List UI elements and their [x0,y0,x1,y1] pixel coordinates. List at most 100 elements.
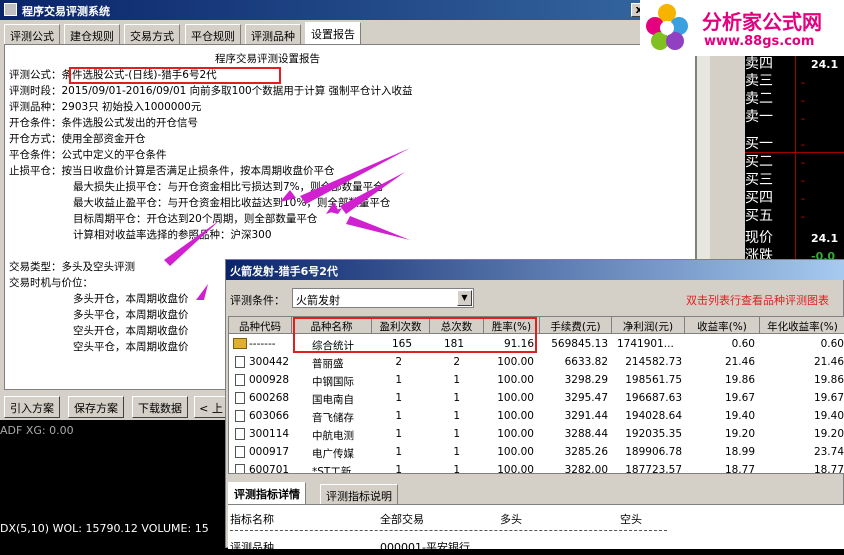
result-table[interactable]: 品种代码 品种名称 盈利次数 总次数 胜率(%) 手续费(元) 净利润(元) 收… [228,316,844,474]
cell-annual: 18.77 [813,464,844,474]
ask-1-label: 卖一 [745,109,773,125]
detail-panel: 指标名称 全部交易 多头 空头 评测品种 000001-平安银行 [228,504,844,554]
cell-annual: 19.86 [813,374,844,386]
col-header-annual[interactable]: 年化收益率(%) [760,317,844,334]
report-line: 平仓条件：公式中定义的平仓条件 [9,149,167,161]
condition-select-value: 火箭发射 [296,294,340,307]
price-label: 现价 [745,230,773,246]
cell-code: 300442 [249,356,290,368]
detail-header-all: 全部交易 [380,513,424,526]
report-line: 开仓方式：使用全部资金开仓 [9,133,146,145]
col-header-total[interactable]: 总次数 [430,317,484,334]
cell-wins: 1 [395,446,402,458]
cell-fee: 3298.29 [564,374,608,386]
chevron-down-icon[interactable]: ▼ [457,290,472,306]
cell-fee: 3285.26 [564,446,608,458]
cell-total: 181 [443,338,464,350]
report-line: 空头平仓，本周期收盘价 [73,341,189,353]
col-header-name[interactable]: 品种名称 [292,317,372,334]
col-header-return[interactable]: 收益率(%) [685,317,760,334]
cell-wins: 165 [391,338,412,350]
cell-code: 300114 [249,428,290,440]
cell-total: 1 [453,464,460,474]
report-heading: 程序交易评测设置报告 [215,53,320,65]
bid-5-label: 买五 [745,208,773,224]
tab-trade-mode[interactable]: 交易方式 [124,24,180,44]
cell-code: 600268 [249,392,290,404]
cell-return: 0.60 [731,338,755,350]
cell-name: *ST工新 [312,466,352,474]
cell-return: 19.40 [724,410,755,422]
ask-4-label: 卖四 [745,56,773,72]
cell-total: 1 [453,446,460,458]
detail-row-name: 评测品种 [230,541,274,554]
detail-header-long: 多头 [500,513,522,526]
cell-wins: 1 [395,428,402,440]
quote-panel: 卖四 24.1 卖三 卖二 卖一 买一 买二 买三 买四 买五 现价 24.1 … [745,56,844,266]
cell-return: 19.67 [724,392,755,404]
table-row-summary[interactable]: ------- 综合统计 165 181 91.16 569845.13 174… [229,335,844,353]
report-line: 计算相对收益率选择的参照品种：沪深300 [73,229,272,241]
table-row[interactable]: 300114 中航电测 1 1 100.00 3288.44 192035.35… [229,425,844,443]
report-line: 最大损失止损平仓：与开仓资金相比亏损达到7%，则全部数量平仓 [73,181,384,193]
cell-profit: 196687.63 [625,392,682,404]
row-checkbox[interactable] [235,410,245,422]
col-header-wins[interactable]: 盈利次数 [372,317,430,334]
row-checkbox[interactable] [235,428,245,440]
cell-return: 19.86 [724,374,755,386]
tab-formula[interactable]: 评测公式 [4,24,60,44]
row-checkbox[interactable] [235,374,245,386]
table-row[interactable]: 300442 普丽盛 2 2 100.00 6633.82 214582.73 … [229,353,844,371]
app-icon [4,3,17,16]
tab-instruments[interactable]: 评测品种 [245,24,301,44]
col-header-rate[interactable]: 胜率(%) [484,317,540,334]
col-header-profit[interactable]: 净利润(元) [612,317,685,334]
table-row[interactable]: 603066 音飞储存 1 1 100.00 3291.44 194028.64… [229,407,844,425]
cell-total: 1 [453,428,460,440]
bid-4-label: 买四 [745,190,773,206]
price-value: 24.1 [811,232,839,245]
col-header-code[interactable]: 品种代码 [229,317,292,334]
tab-report[interactable]: 设置报告 [305,22,361,44]
table-row[interactable]: 600701 *ST工新 1 1 100.00 3282.00 187723.5… [229,461,844,474]
cell-fee: 3282.00 [564,464,608,474]
cell-total: 2 [453,356,460,368]
tab-metric-details[interactable]: 评测指标详情 [228,482,306,504]
hint-text: 双击列表行查看品种评测图表 [686,294,829,307]
cell-profit: 192035.35 [625,428,682,440]
cell-profit: 194028.64 [625,410,682,422]
save-scheme-button[interactable]: 保存方案 [68,396,124,418]
row-checkbox[interactable] [235,392,245,404]
import-scheme-button[interactable]: 引入方案 [4,396,60,418]
cell-rate: 100.00 [497,356,534,368]
cell-fee: 3288.44 [564,428,608,440]
table-row[interactable]: 000928 中钢国际 1 1 100.00 3298.29 198561.75… [229,371,844,389]
cell-fee: 3291.44 [564,410,608,422]
report-line: 交易时机与价位： [9,277,93,289]
table-row[interactable]: 000917 电广传媒 1 1 100.00 3285.26 189906.78… [229,443,844,461]
cell-annual: 19.67 [813,392,844,404]
row-checkbox[interactable] [235,464,245,473]
cell-name: 综合统计 [312,340,354,352]
tab-close-rules[interactable]: 平仓规则 [185,24,241,44]
tab-metric-notes[interactable]: 评测指标说明 [320,484,398,504]
cell-annual: 19.20 [813,428,844,440]
row-checkbox[interactable] [235,446,245,458]
tab-open-rules[interactable]: 建仓规则 [64,24,120,44]
cell-total: 1 [453,410,460,422]
cell-wins: 1 [395,374,402,386]
logo-url: www.88gs.com [704,34,815,49]
cell-code: 603066 [249,410,290,422]
download-data-button[interactable]: 下载数据 [132,396,188,418]
ask-2-label: 卖二 [745,91,773,107]
prev-step-button[interactable]: < 上 [194,396,228,418]
col-header-fee[interactable]: 手续费(元) [540,317,612,334]
cell-wins: 1 [395,464,402,474]
report-line: 最大收益止盈平仓：与开仓资金相比收益达到10%，则全部数量平仓 [73,197,391,209]
condition-select[interactable]: 火箭发射 ▼ [292,288,474,308]
cell-profit: 198561.75 [625,374,682,386]
table-row[interactable]: 600268 国电南自 1 1 100.00 3295.47 196687.63… [229,389,844,407]
row-checkbox[interactable] [235,356,245,368]
cell-total: 1 [453,374,460,386]
cell-fee: 569845.13 [551,338,608,350]
